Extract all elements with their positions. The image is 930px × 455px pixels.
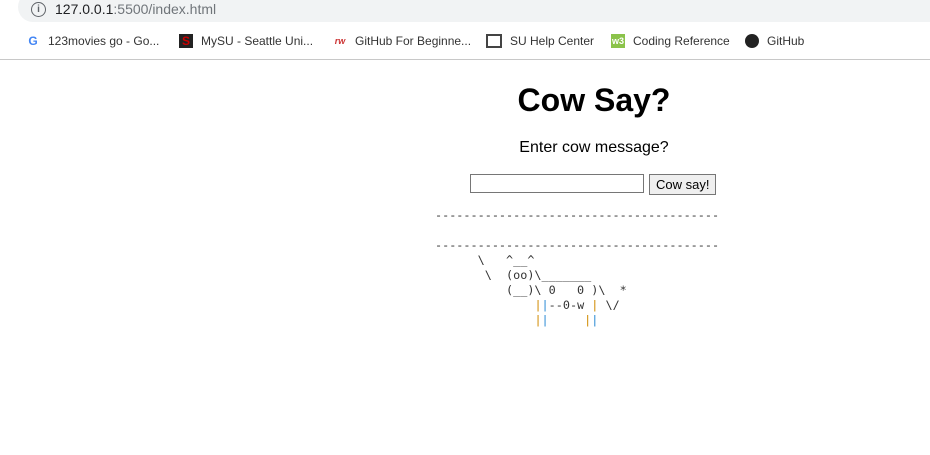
rw-icon: rw — [334, 36, 346, 46]
seattle-u-icon: S — [179, 34, 193, 48]
prompt-label: Enter cow message? — [519, 139, 669, 156]
top-border: ---------------------------------------- — [435, 208, 720, 222]
bookmark-github[interactable]: GitHub — [745, 34, 804, 48]
bookmark-label: 123movies go - Go... — [48, 34, 160, 48]
info-icon[interactable]: i — [31, 2, 46, 17]
bookmark-su-help[interactable]: SU Help Center — [486, 34, 594, 48]
bookmark-label: Coding Reference — [633, 34, 730, 48]
url-text[interactable]: 127.0.0.1:5500/index.html — [55, 1, 216, 17]
cow-say-button[interactable]: Cow say! — [649, 174, 717, 195]
cow-art-line: \ ^__^ — [435, 253, 535, 267]
cow-art-line: || || — [534, 313, 599, 327]
book-icon — [486, 34, 502, 48]
url-host: 127.0.0.1 — [55, 1, 114, 17]
bookmark-label: SU Help Center — [510, 34, 595, 48]
bookmarks-bar: G 123movies go - Go... S MySU - Seattle Un… — [0, 30, 930, 54]
url-path: :5500/index.html — [113, 1, 217, 17]
divider — [0, 59, 930, 60]
cow-form: Cow say! — [470, 174, 717, 195]
cow-art-line: ||--0-w | \/ — [534, 298, 620, 312]
bookmark-github-beginners[interactable]: rw GitHub For Beginne... — [333, 34, 471, 48]
bookmark-coding-reference[interactable]: w3 Coding Reference — [611, 34, 730, 48]
cow-art-line: \ (oo)\_______ — [435, 268, 592, 282]
page-title: Cow Say? — [517, 82, 671, 118]
bottom-border: ---------------------------------------- — [435, 238, 720, 252]
cow-message — [435, 223, 719, 238]
cow-output: ----------------------------------------… — [435, 208, 719, 328]
bookmark-label: MySU - Seattle Uni... — [201, 34, 314, 48]
bookmark-label: GitHub — [767, 34, 805, 48]
cow-art-line: (__)\ 0 0 )\ * — [435, 283, 627, 297]
bookmark-123movies[interactable]: G 123movies go - Go... — [26, 34, 159, 48]
w3-icon: w3 — [611, 34, 625, 48]
github-icon — [745, 34, 759, 48]
address-bar: i 127.0.0.1:5500/index.html — [0, 0, 930, 24]
bookmark-label: GitHub For Beginne... — [355, 34, 472, 48]
bookmark-mysu[interactable]: S MySU - Seattle Uni... — [179, 34, 313, 48]
message-input[interactable] — [470, 174, 644, 193]
google-icon: G — [28, 34, 38, 48]
